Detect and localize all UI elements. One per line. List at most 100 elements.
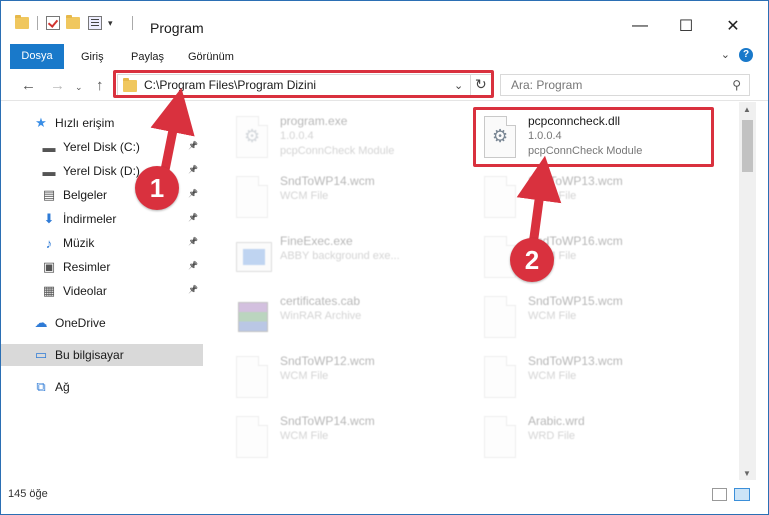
sidebar-item[interactable]: ⬇ İndirmeler 📌 xyxy=(1,208,203,230)
file-detail: WCM File xyxy=(280,190,329,202)
help-icon[interactable]: ? xyxy=(739,48,753,62)
download-icon: ⬇ xyxy=(43,211,55,226)
sidebar-item[interactable]: ⧉ Ağ xyxy=(1,376,203,398)
sidebar-item[interactable]: ♪ Müzik 📌 xyxy=(1,232,203,254)
file-detail: WCM File xyxy=(528,370,577,382)
back-arrow-icon[interactable]: ← xyxy=(21,77,36,94)
file-item[interactable]: Arabic.wrd WRD File xyxy=(476,410,716,464)
sidebar-item[interactable]: ▭ Bu bilgisayar xyxy=(1,344,203,366)
maximize-button[interactable]: ☐ xyxy=(663,11,709,41)
step-badge-1: 1 xyxy=(135,166,179,210)
pin-icon[interactable]: 📌 xyxy=(188,237,198,246)
sidebar-item[interactable]: ☁ OneDrive xyxy=(1,312,203,334)
drive-icon: ▬ xyxy=(42,163,56,179)
search-placeholder: Ara: Program xyxy=(511,78,583,92)
file-item[interactable]: FineExec.exe ABBY background exe... xyxy=(228,230,468,284)
pin-icon[interactable]: 📌 xyxy=(188,261,198,270)
details-view-icon[interactable] xyxy=(712,488,727,501)
search-icon[interactable]: ⚲ xyxy=(732,78,741,92)
file-detail: WRD File xyxy=(528,430,576,442)
file-item[interactable]: certificates.cab WinRAR Archive xyxy=(228,290,468,344)
file-name: SndToWP14.wcm xyxy=(280,174,375,188)
file-item[interactable]: SndToWP13.wcm WCM File xyxy=(476,350,716,404)
scroll-down-icon[interactable]: ▼ xyxy=(743,469,751,478)
file-detail: WCM File xyxy=(528,190,577,202)
file-name: SndToWP14.wcm xyxy=(280,414,375,428)
item-count: 145 öğe xyxy=(8,488,48,500)
file-name: Arabic.wrd xyxy=(528,414,585,428)
star-icon: ★ xyxy=(35,115,47,130)
sidebar-item[interactable]: ▣ Resimler 📌 xyxy=(1,256,203,278)
file-item[interactable]: ⚙ program.exe 1.0.0.4 pcpConnCheck Module xyxy=(228,110,468,164)
music-icon: ♪ xyxy=(45,235,53,251)
pin-icon[interactable]: 📌 xyxy=(188,213,198,222)
file-name: SndToWP13.wcm xyxy=(528,354,623,368)
file-icon xyxy=(480,416,520,460)
expand-ribbon-icon[interactable]: ⌄ xyxy=(721,48,730,61)
toolbar-separator xyxy=(37,16,38,30)
file-icon xyxy=(232,356,272,400)
close-button[interactable]: ✕ xyxy=(710,11,756,41)
file-icon xyxy=(232,176,272,220)
up-arrow-icon[interactable]: ↑ xyxy=(96,77,104,94)
new-folder-icon[interactable] xyxy=(66,15,80,29)
file-name: certificates.cab xyxy=(280,294,361,308)
scroll-up-icon[interactable]: ▲ xyxy=(743,105,751,114)
videos-icon: ▦ xyxy=(42,283,56,298)
sidebar-item[interactable]: ▬ Yerel Disk (C:) 📌 xyxy=(1,136,203,158)
pin-icon[interactable]: 📌 xyxy=(188,165,198,174)
sidebar-item-label: Yerel Disk (C:) xyxy=(63,140,140,154)
file-item[interactable]: SndToWP13.wcm WCM File xyxy=(476,170,716,224)
app-icon xyxy=(232,236,272,280)
list-properties-icon[interactable] xyxy=(88,16,102,30)
tab-dosya[interactable]: Dosya xyxy=(10,44,64,69)
sidebar-item-label: Hızlı erişim xyxy=(55,116,115,130)
sidebar-item-label: Bu bilgisayar xyxy=(55,348,124,362)
sidebar-item[interactable]: ★ Hızlı erişim xyxy=(1,112,203,134)
file-highlight-box xyxy=(473,107,714,167)
minimize-button[interactable]: — xyxy=(617,11,663,41)
search-input[interactable]: Ara: Program ⚲ xyxy=(500,74,750,96)
forward-arrow-icon[interactable]: → xyxy=(50,77,65,94)
file-item[interactable]: SndToWP12.wcm WCM File xyxy=(228,350,468,404)
pin-icon[interactable]: 📌 xyxy=(188,189,198,198)
sidebar-item-label: OneDrive xyxy=(55,316,106,330)
sidebar-item-label: İndirmeler xyxy=(63,212,117,226)
sidebar-item-label: Videolar xyxy=(63,284,107,298)
tab-giris[interactable]: Giriş xyxy=(81,45,104,69)
title-bar: ▾ Program — ☐ ✕ xyxy=(1,1,768,41)
large-icons-view-icon[interactable] xyxy=(734,488,750,501)
documents-icon: ▤ xyxy=(42,187,56,202)
sidebar-item-label: Resimler xyxy=(63,260,111,274)
file-detail: WCM File xyxy=(528,310,577,322)
scroll-thumb[interactable] xyxy=(742,120,753,172)
tab-gorunum[interactable]: Görünüm xyxy=(188,45,234,69)
pin-icon[interactable]: 📌 xyxy=(188,141,198,150)
file-name: program.exe xyxy=(280,114,348,128)
file-detail: 1.0.0.4 xyxy=(280,130,314,142)
file-name: SndToWP13.wcm xyxy=(528,174,623,188)
vertical-scrollbar[interactable]: ▲ ▼ xyxy=(739,102,756,480)
toolbar-separator xyxy=(132,16,133,30)
sidebar-item[interactable]: ▦ Videolar 📌 xyxy=(1,280,203,302)
recent-locations-icon[interactable]: ⌄ xyxy=(75,82,83,93)
file-icon xyxy=(480,176,520,220)
file-detail: WCM File xyxy=(280,370,329,382)
file-detail: ABBY background exe... xyxy=(280,250,400,262)
customize-toolbar-dropdown-icon[interactable]: ▾ xyxy=(108,16,118,30)
step-badge-2: 2 xyxy=(510,238,554,282)
file-name: SndToWP12.wcm xyxy=(280,354,375,368)
sidebar-item-label: Yerel Disk (D:) xyxy=(63,164,140,178)
address-highlight-box xyxy=(113,70,494,98)
quick-access-toolbar: ▾ xyxy=(15,15,141,30)
tab-paylas[interactable]: Paylaş xyxy=(131,45,164,69)
file-item[interactable]: SndToWP14.wcm WCM File xyxy=(228,170,468,224)
file-icon xyxy=(480,296,520,340)
status-bar: 145 öğe xyxy=(1,480,768,514)
file-item[interactable]: SndToWP15.wcm WCM File xyxy=(476,290,716,344)
properties-check-icon[interactable] xyxy=(46,16,60,30)
file-item[interactable]: SndToWP14.wcm WCM File xyxy=(228,410,468,464)
pin-icon[interactable]: 📌 xyxy=(188,285,198,294)
computer-icon: ▭ xyxy=(34,347,48,362)
file-icon xyxy=(232,416,272,460)
